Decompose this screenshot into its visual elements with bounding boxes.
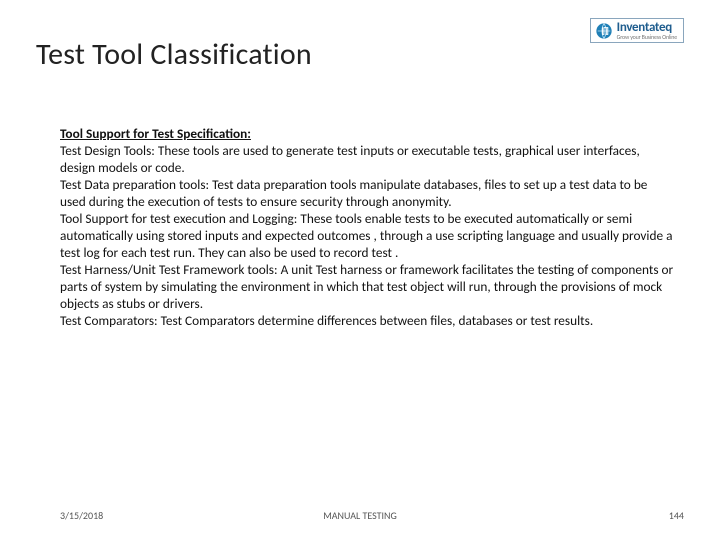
footer-page-number: 144 [669,509,684,522]
p4-label: Test Harness/Unit Test Framework tools: [60,261,278,278]
section-heading: Tool Support for Test Specification: [60,125,251,142]
p1-label: Test Design Tools: [60,142,155,159]
brand-tagline: Grow your Business Online [617,34,677,40]
globe-it-icon [595,22,613,40]
brand-logo: Inventateq Grow your Business Online [590,18,684,43]
slide-footer: 3/15/2018 MANUAL TESTING 144 [0,509,720,522]
p5-label: Test Comparators: [60,312,158,329]
header-row: Test Tool Classification Inventateq Grow… [36,24,684,73]
footer-date: 3/15/2018 [60,509,103,522]
p2-label: Test Data preparation tools: [60,176,209,193]
slide: Test Tool Classification Inventateq Grow… [0,0,720,540]
footer-title: MANUAL TESTING [323,509,397,522]
page-title: Test Tool Classification [36,36,312,73]
p3-label: Tool Support for test execution and Logg… [60,210,297,227]
body-text: Tool Support for Test Specification: Tes… [60,125,674,329]
p5-text: Test Comparators determine differences b… [158,312,594,329]
brand-text: Inventateq Grow your Business Online [617,21,677,40]
